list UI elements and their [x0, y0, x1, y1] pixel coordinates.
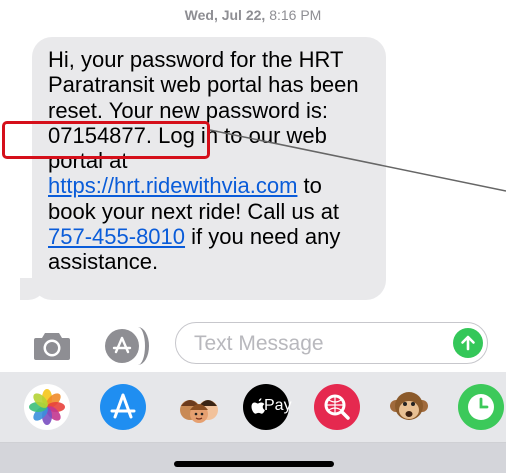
- app-web-search[interactable]: [314, 384, 360, 430]
- app-app-store[interactable]: [100, 384, 146, 430]
- text-message-input[interactable]: [192, 329, 436, 359]
- app-apple-pay[interactable]: Pay: [243, 384, 292, 430]
- app-drawer: Pay: [0, 372, 506, 473]
- clock-icon: [468, 394, 494, 420]
- camera-icon: [34, 333, 70, 360]
- web-search-icon: [324, 394, 350, 420]
- text-message-field[interactable]: [175, 322, 488, 364]
- home-indicator[interactable]: [174, 461, 334, 467]
- app-photos[interactable]: [24, 384, 70, 430]
- apps-button-rim: [127, 327, 149, 365]
- send-button[interactable]: [453, 328, 483, 358]
- message-input-bar: [0, 316, 506, 372]
- arrow-up-icon: [461, 335, 475, 351]
- photos-icon: [29, 389, 65, 425]
- app-animoji[interactable]: [386, 384, 432, 430]
- app-clock[interactable]: [458, 384, 504, 430]
- app-store-icon: [110, 393, 136, 419]
- apple-pay-label: Pay: [264, 397, 292, 414]
- memoji-icon: [180, 400, 218, 423]
- camera-button[interactable]: [32, 330, 72, 362]
- app-memoji[interactable]: [176, 384, 222, 430]
- app-drawer-strip: Pay: [0, 372, 506, 443]
- animoji-monkey-icon: [390, 392, 428, 420]
